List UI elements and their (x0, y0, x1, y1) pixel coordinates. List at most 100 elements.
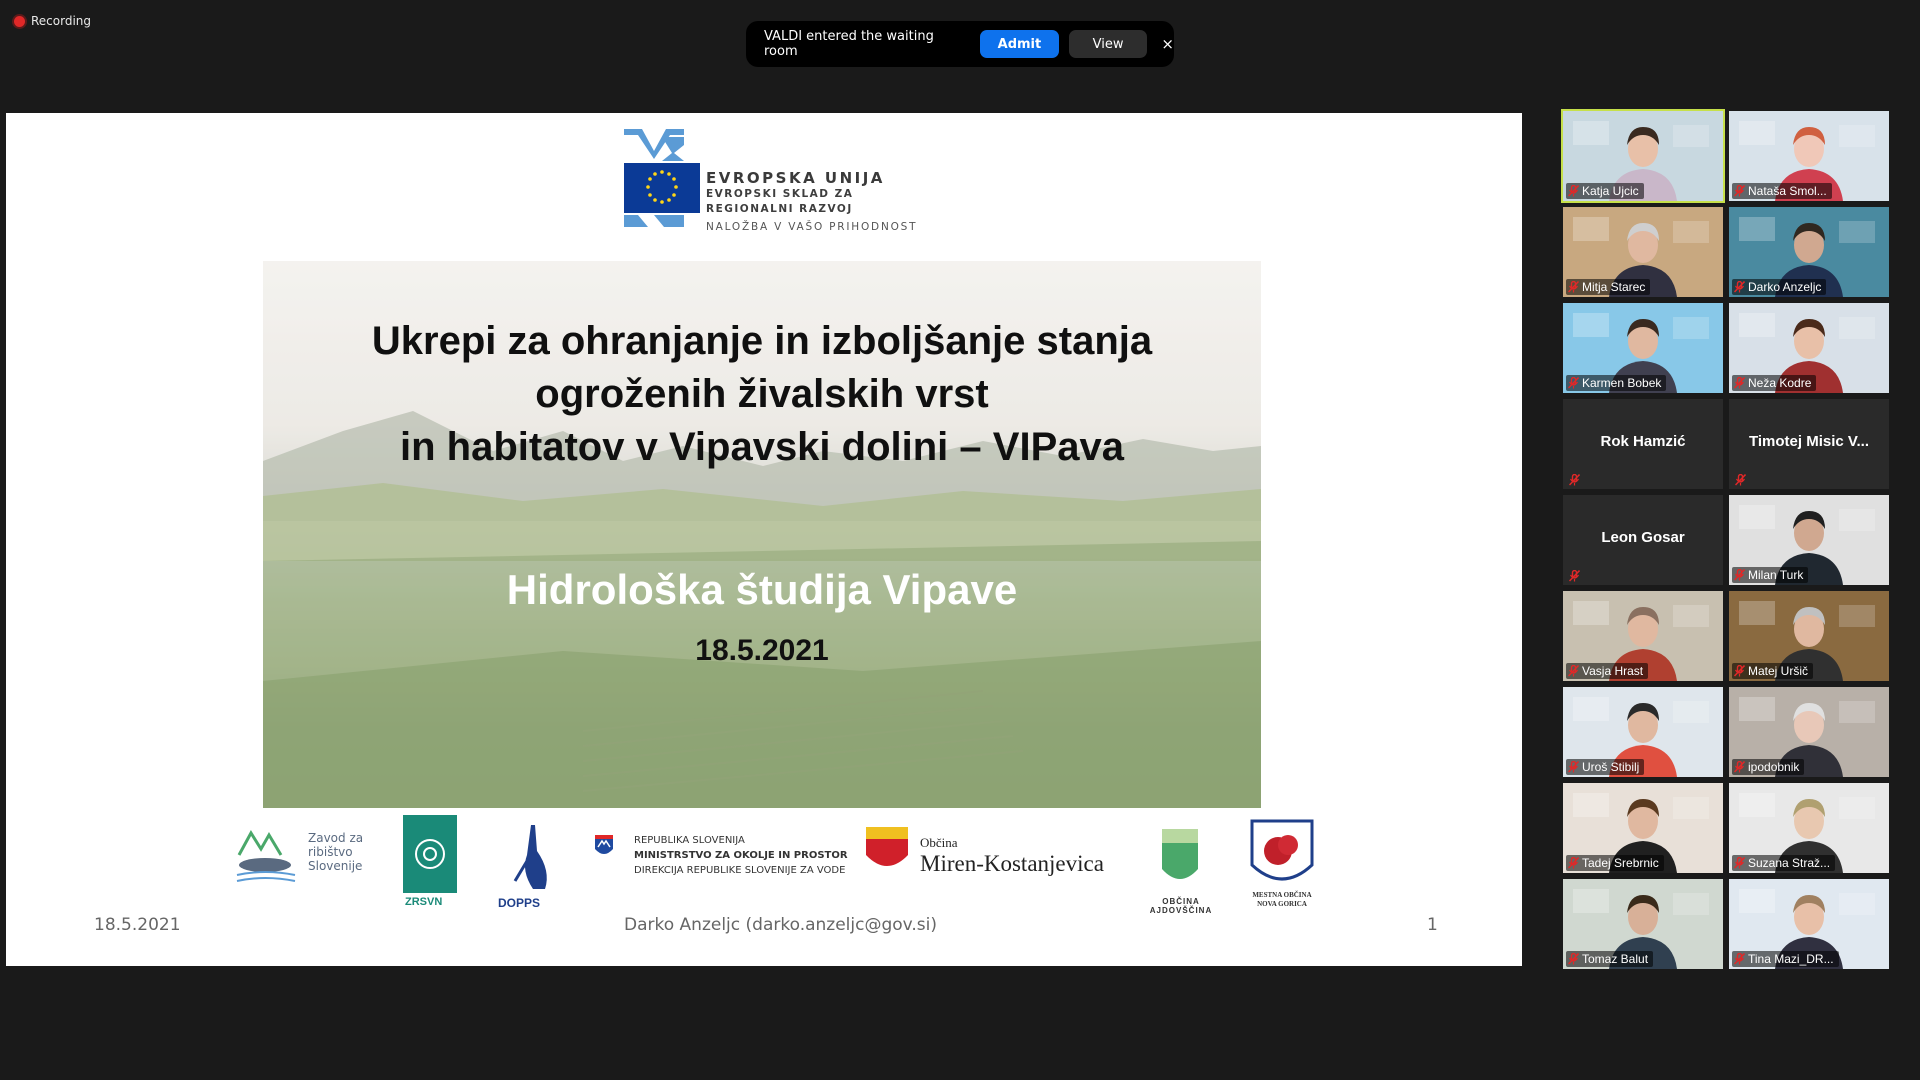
participant-tile[interactable]: Tadej Srebrnic (1563, 783, 1723, 873)
participant-tile[interactable]: Suzana Straž... (1729, 783, 1889, 873)
mic-muted-icon (1733, 280, 1746, 293)
title-line-2: ogroženih živalskih vrst (535, 372, 989, 416)
participant-tile[interactable]: Tina Mazi_DR... (1729, 879, 1889, 969)
mic-muted-icon (1733, 376, 1746, 389)
participant-name: Uroš Stibilj (1582, 760, 1640, 774)
participant-tile[interactable]: Vasja Hrast (1563, 591, 1723, 681)
ajdovscina-logo (1162, 829, 1198, 879)
admit-button[interactable]: Admit (980, 30, 1059, 58)
participant-name: Tadej Srebrnic (1582, 856, 1659, 870)
eu-line1: EVROPSKI SKLAD ZA (706, 188, 854, 200)
participant-tile[interactable]: Darko Anzeljc (1729, 207, 1889, 297)
footer-page-number: 1 (1427, 915, 1438, 935)
participant-tile[interactable]: Nataša Smol... (1729, 111, 1889, 201)
eu-tagline: NALOŽBA V VAŠO PRIHODNOST (706, 221, 918, 233)
mic-muted-icon (1733, 856, 1746, 869)
mic-muted-icon (1568, 569, 1581, 582)
participant-name: Leon Gosar (1601, 529, 1685, 546)
title-line-1: Ukrepi za ohranjanje in izboljšanje stan… (371, 319, 1153, 363)
participant-name: Rok Hamzić (1600, 433, 1686, 450)
zavod-line3: Slovenije (308, 859, 363, 873)
participant-name: Milan Turk (1748, 568, 1804, 582)
zavod-line2: ribištvo (308, 845, 353, 859)
mic-muted-icon (1567, 376, 1580, 389)
gorica-line2: NOVA GORICA (1257, 900, 1307, 908)
participant-name-label: Katja Ujcic (1566, 183, 1644, 199)
mic-muted-icon (1567, 280, 1580, 293)
mic-muted-icon (1567, 664, 1580, 677)
zavod-line1: Zavod za (308, 831, 364, 845)
waiting-room-notification: VALDI entered the waiting room Admit Vie… (746, 21, 1174, 67)
participant-name: Tina Mazi_DR... (1748, 952, 1834, 966)
participant-name-label: Suzana Straž... (1732, 855, 1836, 871)
participant-name: ipodobnik (1748, 760, 1800, 774)
participant-tile[interactable]: Karmen Bobek (1563, 303, 1723, 393)
participant-name: Suzana Straž... (1748, 856, 1831, 870)
close-icon[interactable]: × (1161, 35, 1174, 53)
republika-text: REPUBLIKA SLOVENIJA MINISTRSTVO ZA OKOLJ… (634, 833, 848, 878)
zrsvn-logo (403, 815, 457, 893)
eu-logo-text: EVROPSKA UNIJA EVROPSKI SKLAD ZA REGIONA… (706, 169, 917, 233)
dopps-label: DOPPS (498, 896, 541, 910)
participant-name-label: Nataša Smol... (1732, 183, 1832, 199)
participant-name: Matej Uršič (1748, 664, 1809, 678)
footer-author: Darko Anzeljc (darko.anzeljc@gov.si) (624, 915, 938, 935)
recording-indicator[interactable]: Recording (14, 14, 91, 28)
participant-tile[interactable]: Mitja Starec (1563, 207, 1723, 297)
participant-name: Neža Kodre (1748, 376, 1812, 390)
republika-line1: REPUBLIKA SLOVENIJA (634, 835, 745, 846)
zrsvn-emblem-icon (415, 839, 445, 869)
view-button[interactable]: View (1068, 30, 1148, 58)
participant-name: Tomaz Balut (1582, 952, 1649, 966)
republika-line3: DIREKCIJA REPUBLIKE SLOVENIJE ZA VODE (634, 865, 846, 876)
participant-name-label: Uroš Stibilj (1566, 759, 1645, 775)
mic-muted-icon (1733, 664, 1746, 677)
participant-name-label: Tadej Srebrnic (1566, 855, 1664, 871)
record-icon (14, 15, 25, 27)
participant-tile[interactable]: Neža Kodre (1729, 303, 1889, 393)
zrsvn-label: ZRSVN (405, 896, 443, 908)
mic-muted-icon (1733, 184, 1746, 197)
participant-name-label: ipodobnik (1732, 759, 1805, 775)
participant-name-label: Neža Kodre (1732, 375, 1817, 391)
participant-tile[interactable]: ipodobnik (1729, 687, 1889, 777)
participant-name-label: Mitja Starec (1566, 279, 1651, 295)
participant-name: Vasja Hrast (1582, 664, 1644, 678)
participant-name: Darko Anzeljc (1748, 280, 1822, 294)
slide-date: 18.5.2021 (695, 634, 829, 667)
participant-name: Karmen Bobek (1582, 376, 1662, 390)
eu-title: EVROPSKA UNIJA (706, 169, 885, 187)
mic-muted-icon (1567, 184, 1580, 197)
footer-date: 18.5.2021 (94, 915, 181, 935)
mic-muted-icon (1567, 952, 1580, 965)
participant-name-label: Karmen Bobek (1566, 375, 1667, 391)
participant-name: Timotej Misic V... (1748, 433, 1870, 450)
slovenia-coat-of-arms-icon (595, 835, 613, 854)
mic-muted-icon (1734, 473, 1747, 486)
mic-muted-icon (1567, 856, 1580, 869)
nova-gorica-crest-icon (1250, 819, 1314, 881)
valley-photo: Ukrepi za ohranjanje in izboljšanje stan… (263, 261, 1261, 808)
mic-muted-icon (1733, 952, 1746, 965)
participant-tile[interactable]: Matej Uršič (1729, 591, 1889, 681)
participant-name-label: Tina Mazi_DR... (1732, 951, 1839, 967)
participant-name-label: Tomaz Balut (1566, 951, 1654, 967)
miren-kostanjevica-crest-icon (866, 827, 908, 866)
miren-kostanjevica-text: Občina Miren-Kostanjevica (920, 835, 1104, 877)
title-line-3: in habitatov v Vipavski dolini – VIPava (400, 425, 1124, 469)
ajdovscina-text: OBČINA AJDOVŠČINA (1149, 897, 1213, 915)
miren-line1: Občina (920, 835, 958, 850)
recording-label: Recording (31, 14, 92, 28)
participant-tile[interactable]: Rok Hamzić (1563, 399, 1723, 489)
participant-tile[interactable]: Katja Ujcic (1561, 109, 1725, 203)
notification-text: VALDI entered the waiting room (764, 29, 934, 59)
participant-name-label: Milan Turk (1732, 567, 1809, 583)
participant-tile[interactable]: Leon Gosar (1563, 495, 1723, 585)
participant-tile[interactable]: Timotej Misic V... (1729, 399, 1889, 489)
participant-tile[interactable]: Uroš Stibilj (1563, 687, 1723, 777)
nova-gorica-text: MESTNA OBČINA NOVA GORICA (1246, 891, 1318, 909)
zavod-ribistvo-text: Zavod za ribištvo Slovenije (308, 831, 363, 873)
participant-tile[interactable]: Milan Turk (1729, 495, 1889, 585)
mic-muted-icon (1733, 760, 1746, 773)
participant-tile[interactable]: Tomaz Balut (1563, 879, 1723, 969)
